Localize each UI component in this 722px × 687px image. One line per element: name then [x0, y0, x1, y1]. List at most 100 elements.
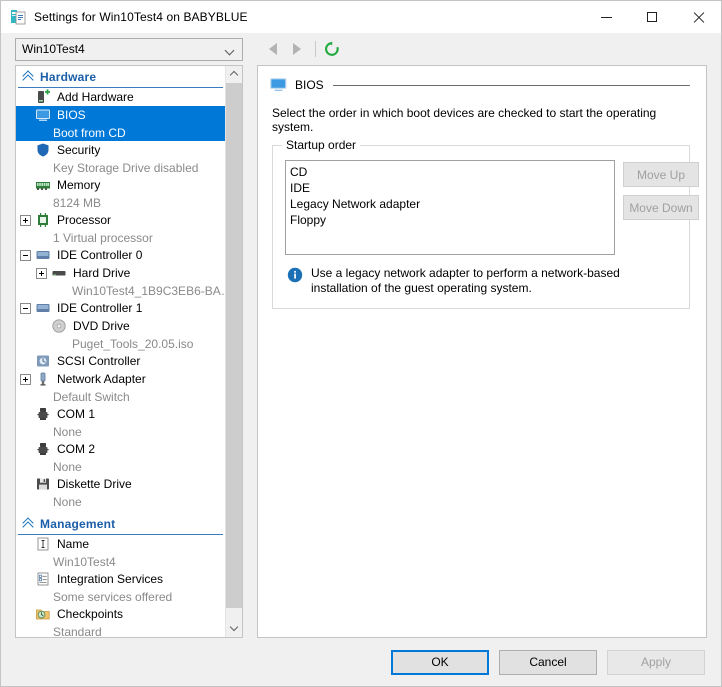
- tree-item-label: SCSI Controller: [57, 354, 140, 368]
- tree-group-header-management[interactable]: Management: [18, 513, 223, 535]
- list-item[interactable]: Legacy Network adapter: [290, 196, 610, 212]
- tree-item-com-1-sub: None: [16, 423, 225, 440]
- list-item[interactable]: CD: [290, 164, 610, 180]
- pane-description: Select the order in which boot devices a…: [258, 92, 706, 134]
- tree-item-security[interactable]: Security: [16, 141, 225, 159]
- expand-toggle-icon[interactable]: [20, 215, 31, 226]
- window-title: Settings for Win10Test4 on BABYBLUE: [34, 10, 248, 24]
- checkpoints-icon: [35, 606, 51, 622]
- tree-item-com-2[interactable]: COM 2: [16, 440, 225, 458]
- chevron-down-icon: [226, 47, 234, 55]
- tree-item-scsi-controller[interactable]: SCSI Controller: [16, 352, 225, 370]
- tree-item-sublabel: 1 Virtual processor: [53, 231, 153, 245]
- arrow-right-icon: [293, 43, 301, 55]
- refresh-icon: [324, 41, 340, 57]
- tree-item-security-sub: Key Storage Drive disabled: [16, 159, 225, 176]
- tree-item-com-2-sub: None: [16, 458, 225, 475]
- apply-button[interactable]: Apply: [607, 650, 705, 675]
- tree-item-checkpoints[interactable]: Checkpoints: [16, 605, 225, 623]
- processor-icon: [35, 212, 51, 228]
- tree-item-label: Security: [57, 143, 100, 157]
- tree-item-dvd-drive[interactable]: DVD Drive: [16, 317, 225, 335]
- expand-toggle-icon[interactable]: [20, 374, 31, 385]
- window-controls: [583, 1, 721, 33]
- collapse-toggle-icon[interactable]: [20, 250, 31, 261]
- tree-group-label: Hardware: [40, 70, 96, 84]
- close-button[interactable]: [675, 1, 721, 33]
- tree-item-add-hardware[interactable]: Add Hardware: [16, 88, 225, 106]
- scroll-down-button[interactable]: [226, 620, 242, 637]
- info-icon: [287, 267, 303, 283]
- scrollbar-thumb[interactable]: [226, 83, 242, 608]
- tree-item-integration-services[interactable]: Integration Services: [16, 570, 225, 588]
- tree-group-header-hardware[interactable]: Hardware: [18, 66, 223, 88]
- tree-body: Hardware Add Hardware: [16, 66, 225, 637]
- tree-item-processor[interactable]: Processor: [16, 211, 225, 229]
- tree-item-ide-controller-0[interactable]: IDE Controller 0: [16, 246, 225, 264]
- ide-controller-icon: [35, 300, 51, 316]
- tree-item-memory[interactable]: Memory: [16, 176, 225, 194]
- tree-item-sublabel: None: [53, 460, 82, 474]
- maximize-button[interactable]: [629, 1, 675, 33]
- pane-header: BIOS: [258, 66, 706, 92]
- tree-item-label: Add Hardware: [57, 90, 134, 104]
- back-button[interactable]: [261, 37, 285, 61]
- forward-button[interactable]: [285, 37, 309, 61]
- bios-icon: [270, 78, 287, 92]
- dvd-drive-icon: [51, 318, 67, 334]
- tree-item-bios-sub[interactable]: Boot from CD: [16, 124, 225, 141]
- tree-group-label: Management: [40, 517, 115, 531]
- security-shield-icon: [35, 142, 51, 158]
- startup-order-label: Startup order: [282, 138, 360, 152]
- ok-button[interactable]: OK: [391, 650, 489, 675]
- tree-item-label: BIOS: [57, 108, 86, 122]
- ide-controller-icon: [35, 247, 51, 263]
- tree-item-ide-controller-1[interactable]: IDE Controller 1: [16, 299, 225, 317]
- tree-item-label: Memory: [57, 178, 100, 192]
- tree-item-sublabel: Win10Test4_1B9C3EB6-BA…: [72, 284, 225, 298]
- chevron-up-icon: [231, 71, 238, 78]
- add-hardware-icon: [35, 89, 51, 105]
- hard-drive-icon: [51, 265, 67, 281]
- vm-selector-dropdown[interactable]: Win10Test4: [15, 38, 243, 61]
- vm-selector-value: Win10Test4: [22, 42, 85, 56]
- expand-toggle-icon[interactable]: [36, 268, 47, 279]
- tree-item-label: Hard Drive: [73, 266, 130, 280]
- cancel-button[interactable]: Cancel: [499, 650, 597, 675]
- tree-item-sublabel: Some services offered: [53, 590, 172, 604]
- tree-scrollbar[interactable]: [225, 66, 242, 637]
- tree-item-hard-drive[interactable]: Hard Drive: [16, 264, 225, 282]
- tree-item-dvd-drive-sub: Puget_Tools_20.05.iso: [16, 335, 225, 352]
- toolbar-divider: [315, 41, 316, 57]
- refresh-button[interactable]: [322, 39, 342, 59]
- tree-item-com-1[interactable]: COM 1: [16, 405, 225, 423]
- tree-item-diskette-drive[interactable]: Diskette Drive: [16, 475, 225, 493]
- tree-item-label: Processor: [57, 213, 111, 227]
- chevron-down-icon: [231, 625, 238, 632]
- minimize-button[interactable]: [583, 1, 629, 33]
- boot-order-listbox[interactable]: CD IDE Legacy Network adapter Floppy: [285, 160, 615, 255]
- list-item[interactable]: Floppy: [290, 212, 610, 228]
- memory-icon: [35, 177, 51, 193]
- minimize-icon: [601, 17, 612, 18]
- move-up-button[interactable]: Move Up: [623, 162, 699, 187]
- tree-item-network-adapter-sub: Default Switch: [16, 388, 225, 405]
- nav-buttons: [261, 37, 342, 61]
- list-item[interactable]: IDE: [290, 180, 610, 196]
- close-icon: [693, 12, 704, 23]
- settings-tree: Hardware Add Hardware: [15, 65, 243, 638]
- tree-item-label: COM 2: [57, 442, 95, 456]
- chevron-up-icon: [22, 71, 35, 84]
- tree-item-sublabel: Puget_Tools_20.05.iso: [72, 337, 193, 351]
- collapse-toggle-icon[interactable]: [20, 303, 31, 314]
- move-down-button[interactable]: Move Down: [623, 195, 699, 220]
- tree-item-name[interactable]: Name: [16, 535, 225, 553]
- com-port-icon: [35, 406, 51, 422]
- tree-item-sublabel: None: [53, 495, 82, 509]
- tree-item-network-adapter[interactable]: Network Adapter: [16, 370, 225, 388]
- tree-item-checkpoints-sub: Standard: [16, 623, 225, 637]
- tree-item-bios[interactable]: BIOS: [16, 106, 225, 124]
- tree-item-integration-services-sub: Some services offered: [16, 588, 225, 605]
- scroll-up-button[interactable]: [226, 66, 242, 83]
- header-divider: [333, 85, 690, 86]
